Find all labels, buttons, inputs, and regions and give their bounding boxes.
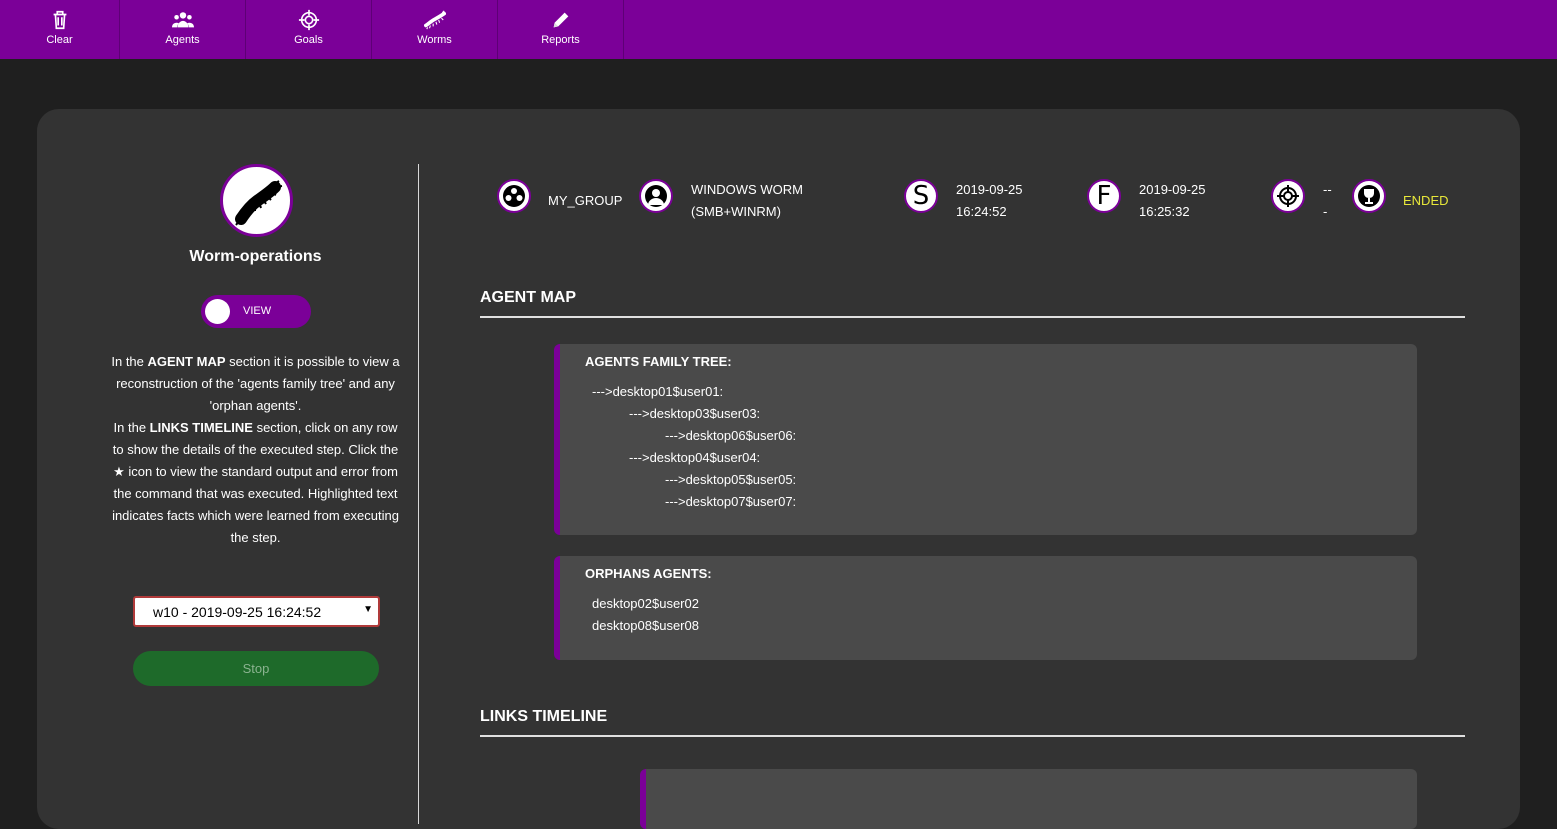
- plugin-logo: [220, 164, 293, 237]
- tree-node: --->desktop05$user05:: [665, 472, 797, 487]
- group-name: MY_GROUP: [548, 193, 623, 208]
- finish-icon: F: [1087, 179, 1121, 213]
- plugin-description: In the AGENT MAP section it is possible …: [109, 351, 402, 549]
- links-timeline-title: LINKS TIMELINE: [480, 708, 608, 725]
- users-icon: [171, 12, 194, 28]
- worm-icon: [423, 10, 446, 30]
- trophy-icon: [1352, 179, 1386, 213]
- orphans-title: ORPHANS AGENTS:: [585, 566, 712, 581]
- goal-icon: [1271, 179, 1305, 213]
- toggle-knob: [205, 299, 230, 324]
- goal-status: -- -: [1323, 179, 1332, 223]
- family-tree-card: AGENTS FAMILY TREE: --->desktop01$user01…: [554, 344, 1417, 535]
- tree-node: --->desktop06$user06:: [665, 428, 797, 443]
- tree-node: --->desktop01$user01:: [592, 384, 724, 399]
- chevron-down-icon: ▼: [363, 604, 373, 615]
- timeline-card[interactable]: [640, 769, 1417, 829]
- adversary-line: WINDOWS WORM: [691, 182, 803, 197]
- nav-agents-button[interactable]: Agents: [120, 0, 246, 59]
- start-time-text: 16:24:52: [956, 204, 1007, 219]
- nav-reports-button[interactable]: Reports: [498, 0, 624, 59]
- nav-worms-button[interactable]: Worms: [372, 0, 498, 59]
- desc-bold: LINKS TIMELINE: [149, 420, 253, 435]
- start-time: 2019-09-25 16:24:52: [956, 179, 1023, 223]
- orphan-agent: desktop08$user08: [592, 618, 699, 633]
- adversary-icon: [639, 179, 673, 213]
- orphan-agent: desktop02$user02: [592, 596, 699, 611]
- tree-node: --->desktop04$user04:: [629, 450, 761, 465]
- main-panel: Worm-operations VIEW In the AGENT MAP se…: [37, 109, 1520, 829]
- finish-date-text: 2019-09-25: [1139, 182, 1206, 197]
- section-divider: [480, 316, 1465, 318]
- start-date-text: 2019-09-25: [956, 182, 1023, 197]
- toggle-label: VIEW: [243, 305, 272, 317]
- pencil-icon: [553, 12, 568, 28]
- tree-node: --->desktop03$user03:: [629, 406, 761, 421]
- tree-node: --->desktop07$user07:: [665, 494, 797, 509]
- nav-clear-button[interactable]: Clear: [0, 0, 120, 59]
- finish-time: 2019-09-25 16:25:32: [1139, 179, 1206, 223]
- nav-label: Worms: [417, 34, 452, 46]
- operation-select[interactable]: w10 - 2019-09-25 16:24:52 ▼: [133, 596, 380, 627]
- agent-map-title: AGENT MAP: [480, 289, 576, 306]
- nav-label: Clear: [46, 34, 73, 46]
- family-tree-title: AGENTS FAMILY TREE:: [585, 354, 732, 369]
- crosshair-icon: [298, 9, 319, 31]
- top-nav: Clear Agents Goals Worms Reports: [0, 0, 1557, 59]
- desc-bold: AGENT MAP: [147, 354, 226, 369]
- desc-text: In the: [111, 354, 148, 369]
- nav-label: Agents: [165, 34, 200, 46]
- orphans-card: ORPHANS AGENTS: desktop02$user02 desktop…: [554, 556, 1417, 660]
- goal-line: --: [1323, 182, 1332, 197]
- nav-label: Reports: [541, 34, 580, 46]
- desc-text: section, click on any row to show the de…: [112, 420, 399, 545]
- view-toggle[interactable]: VIEW: [201, 295, 311, 328]
- section-divider: [480, 735, 1465, 737]
- plugin-title: Worm-operations: [189, 248, 322, 265]
- finish-time-text: 16:25:32: [1139, 204, 1190, 219]
- group-icon: [497, 179, 531, 213]
- nav-label: Goals: [294, 34, 323, 46]
- adversary-line: (SMB+WINRM): [691, 204, 781, 219]
- start-icon: S: [904, 179, 938, 213]
- start-letter: S: [912, 181, 930, 211]
- worm-icon: [234, 179, 282, 226]
- desc-text: In the: [113, 420, 150, 435]
- goal-line: -: [1323, 204, 1328, 219]
- finish-letter: F: [1096, 181, 1112, 211]
- adversary-name: WINDOWS WORM (SMB+WINRM): [691, 179, 803, 223]
- stop-button[interactable]: Stop: [133, 651, 379, 686]
- trash-icon: [53, 10, 66, 30]
- operation-state: ENDED: [1403, 193, 1449, 208]
- operation-select-value: w10 - 2019-09-25 16:24:52: [153, 604, 322, 620]
- nav-goals-button[interactable]: Goals: [246, 0, 372, 59]
